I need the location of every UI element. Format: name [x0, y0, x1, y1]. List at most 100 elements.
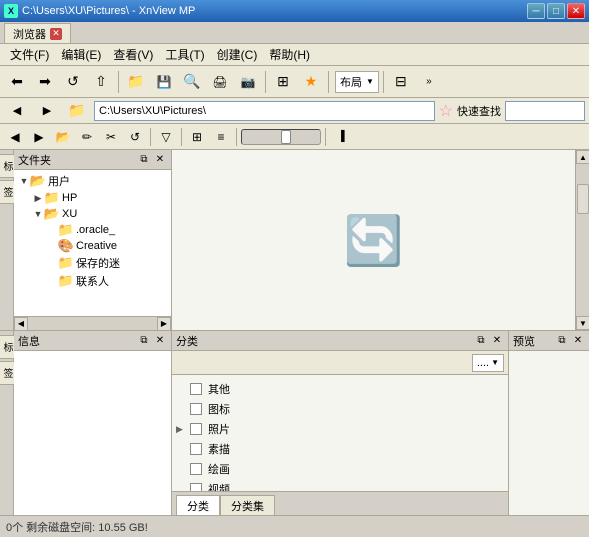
nav-forward-button[interactable]: ▶ — [28, 126, 50, 148]
tree-label-xu: XU — [62, 208, 77, 220]
cat-label-other: 其他 — [208, 381, 230, 397]
tab-label: 浏览器 — [13, 26, 46, 42]
cat-checkbox-photo[interactable] — [190, 423, 202, 435]
tree-label-hp: HP — [62, 192, 77, 204]
hscroll-right[interactable]: ▶ — [157, 317, 171, 331]
nav-delete-button[interactable]: ✂ — [100, 126, 122, 148]
cat-checkbox-video[interactable] — [190, 483, 202, 491]
tree-label-contacts: 联系人 — [76, 273, 109, 289]
file-panel-float-button[interactable]: ⧉ — [137, 153, 151, 167]
scroll-down-button[interactable]: ▼ — [576, 316, 589, 330]
tb-up-button[interactable]: ⇧ — [88, 69, 114, 95]
nav-folder-button: 📂 — [52, 126, 74, 148]
scroll-track[interactable] — [576, 164, 589, 316]
cat-checkbox-other[interactable] — [190, 383, 202, 395]
nav-grid-button[interactable]: ⊞ — [186, 126, 208, 148]
nav-slider[interactable] — [241, 129, 321, 145]
cat-panel-header: 分类 ⧉ ✕ — [172, 331, 508, 351]
menu-view[interactable]: 查看(V) — [107, 44, 159, 65]
info-panel-float-button[interactable]: ⧉ — [137, 334, 151, 348]
menu-create[interactable]: 创建(C) — [211, 44, 264, 65]
cat-dropdown-button[interactable]: .... ▼ — [472, 354, 504, 372]
tree-item-saved[interactable]: ▶ 📁 保存的迷 — [16, 254, 169, 272]
nav-edit-button[interactable]: ✏ — [76, 126, 98, 148]
cat-checkbox-icon[interactable] — [190, 403, 202, 415]
info-panel-close-button[interactable]: ✕ — [153, 334, 167, 348]
tb-extra-button[interactable]: ⊟ — [388, 69, 414, 95]
search-label: 快速查找 — [457, 103, 501, 119]
addr-folder-icon: 📁 — [64, 98, 90, 124]
tb-camera-button[interactable]: 📷 — [235, 69, 261, 95]
cat-item-photo[interactable]: ▶ 照片 — [176, 419, 504, 439]
menu-help[interactable]: 帮助(H) — [263, 44, 316, 65]
file-panel-close-button[interactable]: ✕ — [153, 153, 167, 167]
nav-back-button[interactable]: ◀ — [4, 126, 26, 148]
tb-layout-dropdown[interactable]: 布局 ▼ — [335, 71, 379, 93]
tree-item-creative[interactable]: ▶ 🎨 Creative — [16, 238, 169, 254]
minimize-button[interactable]: ─ — [527, 3, 545, 19]
scroll-thumb[interactable] — [577, 184, 589, 214]
cat-checkbox-sketch[interactable] — [190, 443, 202, 455]
nav-list-button[interactable]: ≡ — [210, 126, 232, 148]
tree-label-saved: 保存的迷 — [76, 255, 120, 271]
tree-toggle-hp[interactable]: ▶ — [32, 192, 44, 204]
tb-forward-button[interactable]: ➡ — [32, 69, 58, 95]
tree-item-users[interactable]: ▼ 📂 用户 — [16, 172, 169, 190]
tree-item-contacts[interactable]: ▶ 📁 联系人 — [16, 272, 169, 290]
cat-item-paint[interactable]: 绘画 — [176, 459, 504, 479]
tree-item-oracle[interactable]: ▶ 📁 .oracle_ — [16, 222, 169, 238]
folder-icon-contacts: 📁 — [58, 274, 74, 288]
cat-tab-categoryset[interactable]: 分类集 — [220, 495, 275, 515]
cat-item-sketch[interactable]: 素描 — [176, 439, 504, 459]
cat-item-expand-photo[interactable]: ▶ — [176, 424, 188, 435]
cat-panel-title: 分类 — [176, 333, 198, 349]
search-input[interactable] — [505, 101, 585, 121]
menu-file[interactable]: 文件(F) — [4, 44, 55, 65]
tab-bar: 浏览器 ✕ — [0, 22, 589, 44]
tb-separator-1 — [118, 71, 119, 93]
addr-star-icon[interactable]: ☆ — [439, 101, 453, 121]
cat-list: 其他 图标 ▶ 照片 素描 绘画 — [172, 375, 508, 491]
addr-left-arrow[interactable]: ◀ — [4, 98, 30, 124]
browser-tab[interactable]: 浏览器 ✕ — [4, 23, 71, 43]
nav-side-panel-button[interactable]: ▐ — [330, 126, 352, 148]
tb-star-button[interactable]: ★ — [298, 69, 324, 95]
address-input[interactable] — [94, 101, 435, 121]
tb-save-button[interactable]: 💾 — [151, 69, 177, 95]
tree-toggle-xu[interactable]: ▼ — [32, 208, 44, 220]
cat-item-icon[interactable]: 图标 — [176, 399, 504, 419]
close-button[interactable]: ✕ — [567, 3, 585, 19]
hscroll-left[interactable]: ◀ — [14, 317, 28, 331]
cat-panel-close-button[interactable]: ✕ — [490, 334, 504, 348]
cat-item-other[interactable]: 其他 — [176, 379, 504, 399]
folder-icon-creative: 🎨 — [58, 239, 74, 253]
nav-filter-button[interactable]: ▽ — [155, 126, 177, 148]
tree-item-xu[interactable]: ▼ 📂 XU — [16, 206, 169, 222]
preview-panel-close-button[interactable]: ✕ — [571, 334, 585, 348]
info-panel-title: 信息 — [18, 333, 40, 349]
tb-grid-button[interactable]: ⊞ — [270, 69, 296, 95]
maximize-button[interactable]: □ — [547, 3, 565, 19]
tb-back-button[interactable]: ⬅ — [4, 69, 30, 95]
tb-more-button[interactable]: » — [416, 69, 442, 95]
title-bar-controls: ─ □ ✕ — [527, 3, 585, 19]
tb-search-button[interactable]: 🔍 — [179, 69, 205, 95]
menu-edit[interactable]: 编辑(E) — [55, 44, 107, 65]
tree-item-hp[interactable]: ▶ 📁 HP — [16, 190, 169, 206]
tree-toggle-users[interactable]: ▼ — [18, 175, 30, 187]
cat-item-video[interactable]: 视频 — [176, 479, 504, 491]
tab-close-button[interactable]: ✕ — [50, 28, 62, 40]
nav-refresh-button[interactable]: ↺ — [124, 126, 146, 148]
tb-refresh-button[interactable]: ↺ — [60, 69, 86, 95]
cat-panel-float-button[interactable]: ⧉ — [474, 334, 488, 348]
tb-print-button[interactable]: 🖨 — [207, 69, 233, 95]
nav-slider-thumb[interactable] — [281, 130, 291, 144]
menu-tools[interactable]: 工具(T) — [159, 44, 210, 65]
tb-folder-button[interactable]: 📁 — [123, 69, 149, 95]
cat-tab-category[interactable]: 分类 — [176, 495, 220, 515]
preview-panel-float-button[interactable]: ⧉ — [555, 334, 569, 348]
scroll-up-button[interactable]: ▲ — [576, 150, 589, 164]
addr-right-arrow[interactable]: ▶ — [34, 98, 60, 124]
preview-panel: 预览 ⧉ ✕ — [509, 331, 589, 515]
cat-checkbox-paint[interactable] — [190, 463, 202, 475]
